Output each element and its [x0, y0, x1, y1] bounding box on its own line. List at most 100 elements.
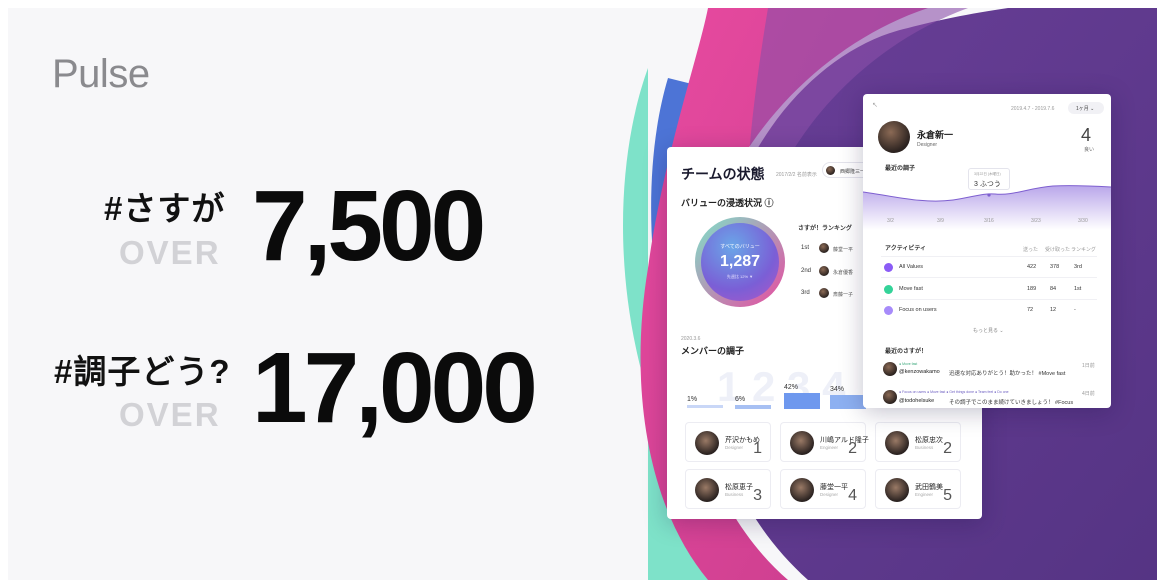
member-role: Engineer: [820, 445, 839, 450]
activity-rank-2: 1st: [1074, 286, 1082, 292]
activity-dot-3: [884, 306, 893, 315]
activity-dot-1: [884, 263, 893, 272]
member-card-4[interactable]: 松原恵子 Business 3: [685, 469, 771, 509]
member-score: 2: [943, 440, 952, 457]
activity-header-ranking: ランキング: [1071, 247, 1096, 253]
pulse-logo: Pulse: [52, 52, 150, 96]
value-circle-inner: すべてのバリュー 1,287 先週比 12% ▼: [701, 223, 779, 301]
bar-4: [830, 395, 866, 409]
x-tick-4: 3/23: [1031, 218, 1041, 224]
percent-2: 6%: [735, 396, 746, 403]
member-card-6[interactable]: 武田鶴美 Engineer 5: [875, 469, 961, 509]
ranking-avatar-1: [819, 243, 829, 253]
activity-sent-2: 189: [1027, 286, 1037, 292]
percent-4: 34%: [830, 386, 845, 393]
profile-card: ↖ 2019.4.7 - 2019.7.6 1ヶ月 ⌄ 永倉新一 Designe…: [863, 94, 1111, 408]
member-name: 武田鶴美: [915, 484, 943, 491]
member-name: 松原恵子: [725, 484, 753, 491]
bar-2: [735, 405, 771, 409]
ranking-avatar-3: [819, 288, 829, 298]
divider: [881, 277, 1097, 278]
period-select[interactable]: 1ヶ月 ⌄: [1068, 102, 1104, 114]
member-name: 川嶋アルド隆子: [820, 437, 869, 444]
member-card-5[interactable]: 藤堂一平 Designer 4: [780, 469, 866, 509]
stage: Pulse #さすが OVER 7,500 #調子どう? OVER 17,000…: [0, 0, 1160, 585]
value-penetration-title: バリューの浸透状況 ⓘ: [681, 198, 774, 208]
profile-role: Designer: [917, 142, 938, 148]
x-tick-3: 3/16: [984, 218, 994, 224]
ranking-rank-1: 1st: [801, 245, 810, 251]
percent-1: 1%: [687, 396, 698, 403]
member-avatar: [695, 431, 719, 455]
activity-name-1: All Values: [899, 264, 924, 270]
activity-name-3: Focus on users: [899, 307, 937, 313]
profile-score: 4: [1081, 125, 1092, 145]
watermark-numbers: 1 2 3 4: [717, 363, 846, 410]
percent-3: 42%: [784, 384, 799, 391]
praise-text-2: その調子でこのまま続けていきましょう！ #Focus: [949, 400, 1074, 406]
ranking-name-2: 永倉優香: [833, 270, 854, 276]
hero-panel: Pulse #さすが OVER 7,500 #調子どう? OVER 17,000…: [8, 8, 1157, 580]
member-score: 5: [943, 487, 952, 504]
divider: [881, 299, 1097, 300]
activity-sent-3: 72: [1027, 307, 1034, 313]
activity-header-sent: 送った: [1023, 247, 1039, 253]
member-avatar: [885, 478, 909, 502]
member-avatar: [790, 431, 814, 455]
x-tick-5: 3/30: [1078, 218, 1088, 224]
profile-score-label: 良い: [1084, 147, 1095, 153]
member-name: 松原忠次: [915, 437, 943, 444]
activity-received-2: 84: [1050, 286, 1057, 292]
stat-value-1: 7,500: [252, 170, 486, 282]
back-icon[interactable]: ↖: [872, 101, 878, 109]
ranking-title: さすが！ランキング: [798, 226, 852, 232]
member-score: 4: [848, 487, 857, 504]
tag-sasuga: #さすが: [104, 190, 226, 227]
member-role: Designer: [820, 492, 839, 497]
activity-rank-3: -: [1074, 307, 1076, 313]
member-avatar: [885, 431, 909, 455]
value-circle-label: すべてのバリュー: [720, 244, 760, 250]
activity-header-received: 受け取った: [1045, 247, 1071, 253]
member-condition-title: メンバーの調子: [681, 346, 745, 356]
stat-value-2: 17,000: [252, 332, 538, 444]
activity-received-3: 12: [1050, 307, 1057, 313]
activity-sent-1: 422: [1027, 264, 1037, 270]
over-label-2: OVER: [119, 396, 221, 433]
team-card-subtitle: 2017/2/2 名前表示: [776, 172, 817, 178]
praise-tag-2: ● Focus on users ● Move fast ● Get thing…: [899, 390, 1009, 394]
date-range: 2019.4.7 - 2019.7.6: [1011, 106, 1055, 112]
ranking-name-1: 藤堂一平: [833, 247, 854, 253]
activity-title: アクティビティ: [885, 246, 926, 252]
activity-name-2: Move fast: [899, 286, 923, 292]
member-card-2[interactable]: 川嶋アルド隆子 Engineer 2: [780, 422, 869, 462]
ranking-name-3: 斎藤一子: [833, 292, 854, 298]
activity-received-1: 378: [1050, 264, 1060, 270]
member-role: Business: [725, 492, 744, 497]
team-card-title: チームの状態: [681, 166, 765, 182]
x-tick-1: 3/2: [887, 218, 894, 224]
praise-time-1: 1日前: [1082, 363, 1095, 369]
praise-user-1: @kenzowakamo: [899, 369, 940, 375]
member-card-3[interactable]: 松原忠次 Business 2: [875, 422, 961, 462]
member-role: Designer: [725, 445, 744, 450]
profile-avatar: [878, 121, 910, 153]
member-card-1[interactable]: 芹沢かもめ Designer 1: [685, 422, 771, 462]
ranking-rank-3: 3rd: [801, 290, 810, 296]
praise-avatar-1: [883, 362, 897, 376]
tag-choushi: #調子どう?: [54, 353, 231, 390]
activity-rank-1: 3rd: [1074, 264, 1082, 270]
member-avatar: [790, 478, 814, 502]
praise-tag-1: ● Move fast: [899, 362, 918, 366]
value-circle: すべてのバリュー 1,287 先週比 12% ▼: [695, 217, 785, 307]
member-score: 3: [753, 487, 762, 504]
x-tick-2: 3/9: [937, 218, 944, 224]
over-label-1: OVER: [119, 234, 221, 271]
member-date: 2020.3.6: [681, 336, 701, 342]
praise-avatar-2: [883, 390, 897, 404]
praise-time-2: 4日前: [1082, 391, 1095, 397]
profile-name: 永倉新一: [917, 130, 954, 140]
show-more-link[interactable]: もっと見る ⌄: [973, 327, 1004, 334]
value-circle-number: 1,287: [719, 253, 761, 270]
bar-3: [784, 393, 820, 409]
